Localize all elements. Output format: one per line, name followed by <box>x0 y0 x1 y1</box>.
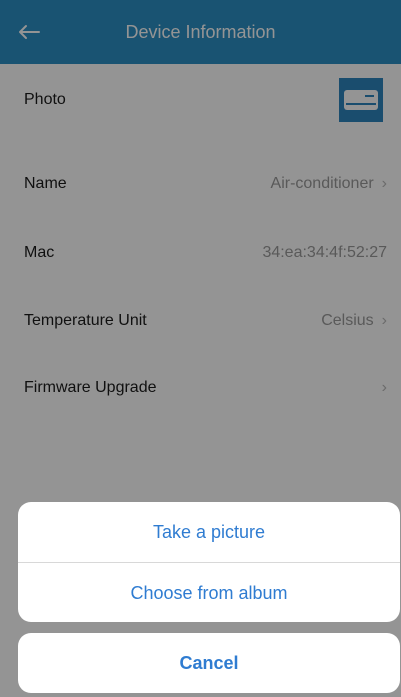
choose-from-album-button[interactable]: Choose from album <box>18 563 400 622</box>
cancel-button[interactable]: Cancel <box>18 633 400 693</box>
take-picture-button[interactable]: Take a picture <box>18 502 400 562</box>
action-sheet: Take a picture Choose from album <box>18 502 400 622</box>
